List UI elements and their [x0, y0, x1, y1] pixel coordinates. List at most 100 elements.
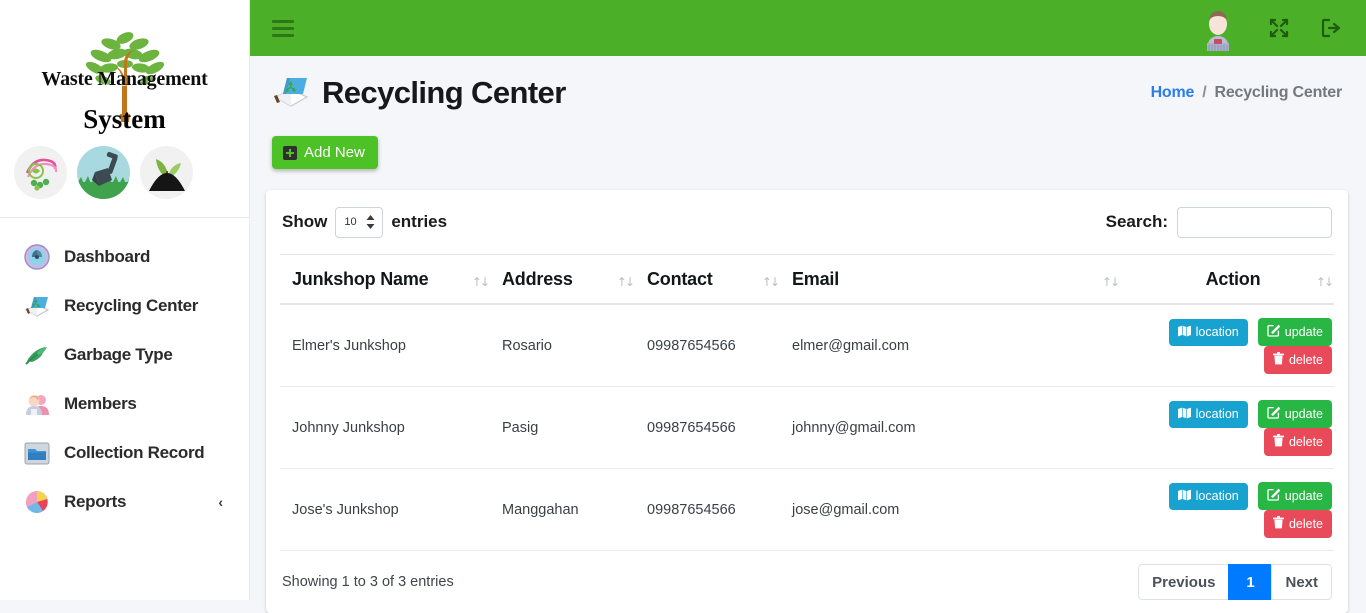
datatable-card: Show 10 entries Search: Junkshop Name ↑↓… — [266, 190, 1348, 613]
table-head: Junkshop Name ↑↓ Address ↑↓ Contact ↑↓ E… — [280, 254, 1334, 305]
sidebar-item-label: Dashboard — [64, 246, 151, 266]
location-button[interactable]: location — [1168, 400, 1248, 428]
delete-button[interactable]: delete — [1263, 510, 1332, 538]
logout-icon[interactable] — [1320, 17, 1342, 39]
recycling-house-icon — [22, 291, 52, 321]
brand-header: Waste Management System — [0, 0, 249, 218]
sidebar-item-reports[interactable]: Reports ‹ — [0, 477, 249, 526]
cell-email: elmer@gmail.com — [792, 304, 1132, 387]
sidebar-item-collection-record[interactable]: Collection Record — [0, 428, 249, 477]
column-label: Email — [792, 269, 840, 289]
show-label: Show — [282, 212, 328, 231]
add-new-label: Add New — [304, 144, 365, 161]
update-button[interactable]: update — [1257, 400, 1332, 428]
garbage-leaf-icon — [22, 340, 52, 370]
avatar[interactable] — [1198, 7, 1238, 51]
column-header-address[interactable]: Address ↑↓ — [502, 254, 647, 305]
sidebar-item-recycling-center[interactable]: Recycling Center — [0, 281, 249, 330]
sort-icon: ↑↓ — [761, 275, 780, 289]
update-label: update — [1284, 325, 1323, 339]
delete-button[interactable]: delete — [1263, 428, 1332, 456]
entries-label: entries — [391, 212, 448, 231]
cell-contact: 09987654566 — [647, 304, 792, 387]
table-header-row: Junkshop Name ↑↓ Address ↑↓ Contact ↑↓ E… — [280, 254, 1334, 305]
table-row: Jose's Junkshop Manggahan 09987654566 jo… — [280, 468, 1334, 551]
column-header-action[interactable]: Action ↑↓ — [1132, 254, 1334, 305]
delete-label: delete — [1288, 353, 1323, 367]
breadcrumb-home[interactable]: Home — [1151, 84, 1195, 102]
location-button[interactable]: location — [1168, 482, 1248, 510]
table-body: Elmer's Junkshop Rosario 09987654566 elm… — [280, 304, 1334, 551]
pagination-previous[interactable]: Previous — [1138, 564, 1230, 600]
chevron-left-icon[interactable]: ‹ — [218, 494, 223, 510]
cell-address: Rosario — [502, 304, 647, 387]
datatable-controls: Show 10 entries Search: — [280, 190, 1334, 254]
search-input[interactable] — [1177, 206, 1332, 238]
plus-square-icon — [283, 145, 297, 160]
sidebar-item-dashboard[interactable]: Dashboard — [0, 232, 249, 281]
map-icon — [1177, 407, 1191, 422]
column-header-email[interactable]: Email ↑↓ — [792, 254, 1132, 305]
expand-arrows-icon[interactable] — [1268, 17, 1290, 39]
cell-email: jose@gmail.com — [792, 468, 1132, 551]
sort-icon: ↑↓ — [1315, 275, 1334, 289]
cell-contact: 09987654566 — [647, 386, 792, 469]
page-title-group: Recycling Center — [272, 74, 566, 113]
cell-actions: location update delete — [1132, 304, 1334, 387]
cell-junkshop-name: Elmer's Junkshop — [280, 304, 502, 387]
breadcrumb-current: Recycling Center — [1214, 84, 1342, 101]
page-length-select[interactable]: 10 — [335, 206, 384, 238]
location-button[interactable]: location — [1168, 318, 1248, 346]
trash-icon — [1272, 352, 1284, 368]
sort-icon: ↑↓ — [616, 275, 635, 289]
column-header-junkshop-name[interactable]: Junkshop Name ↑↓ — [280, 254, 502, 305]
cell-junkshop-name: Johnny Junkshop — [280, 386, 502, 469]
search-control: Search: — [1105, 206, 1332, 238]
column-header-contact[interactable]: Contact ↑↓ — [647, 254, 792, 305]
table-info: Showing 1 to 3 of 3 entries — [282, 574, 454, 590]
column-label: Action — [1205, 269, 1261, 289]
pie-chart-icon — [22, 487, 52, 517]
recycling-house-icon — [272, 74, 310, 113]
cell-junkshop-name: Jose's Junkshop — [280, 468, 502, 551]
location-label: location — [1195, 407, 1239, 421]
update-button[interactable]: update — [1257, 482, 1332, 510]
members-people-icon — [22, 389, 52, 419]
pagination-page-1[interactable]: 1 — [1228, 564, 1273, 600]
page-title: Recycling Center — [322, 75, 566, 110]
location-label: location — [1195, 325, 1239, 339]
hamburger-icon[interactable] — [272, 19, 294, 37]
sort-icon: ↑↓ — [1101, 275, 1120, 289]
delete-button[interactable]: delete — [1263, 346, 1332, 374]
toolbar: Add New — [250, 130, 1366, 169]
page-length-value: 10 — [344, 216, 357, 228]
column-label: Address — [502, 269, 573, 289]
sidebar-item-label: Reports — [64, 491, 127, 511]
column-label: Contact — [647, 269, 713, 289]
update-button[interactable]: update — [1257, 318, 1332, 346]
map-icon — [1177, 325, 1191, 340]
sidebar-item-label: Garbage Type — [64, 344, 173, 364]
recycling-center-table: Junkshop Name ↑↓ Address ↑↓ Contact ↑↓ E… — [280, 254, 1334, 551]
seedling-soil-icon — [140, 146, 193, 199]
sidebar-item-label: Collection Record — [64, 442, 205, 462]
brand-badges — [14, 146, 193, 199]
delete-label: delete — [1288, 435, 1323, 449]
brand-title-line2: System — [83, 104, 166, 134]
delete-label: delete — [1288, 517, 1323, 531]
location-label: location — [1195, 489, 1239, 503]
datatable-footer: Showing 1 to 3 of 3 entries Previous 1 N… — [280, 551, 1334, 613]
table-row: Johnny Junkshop Pasig 09987654566 johnny… — [280, 386, 1334, 469]
page-header: Recycling Center Home / Recycling Center — [250, 56, 1366, 130]
shovel-grass-icon — [77, 146, 130, 199]
map-icon — [1177, 489, 1191, 504]
pen-square-icon — [1267, 488, 1281, 504]
sidebar-item-members[interactable]: Members — [0, 379, 249, 428]
pagination-next[interactable]: Next — [1271, 564, 1332, 600]
add-new-button[interactable]: Add New — [272, 136, 378, 169]
cell-contact: 09987654566 — [647, 468, 792, 551]
sidebar-item-garbage-type[interactable]: Garbage Type — [0, 330, 249, 379]
update-label: update — [1284, 489, 1323, 503]
search-label: Search: — [1105, 212, 1168, 231]
chevron-updown-icon — [366, 215, 375, 229]
